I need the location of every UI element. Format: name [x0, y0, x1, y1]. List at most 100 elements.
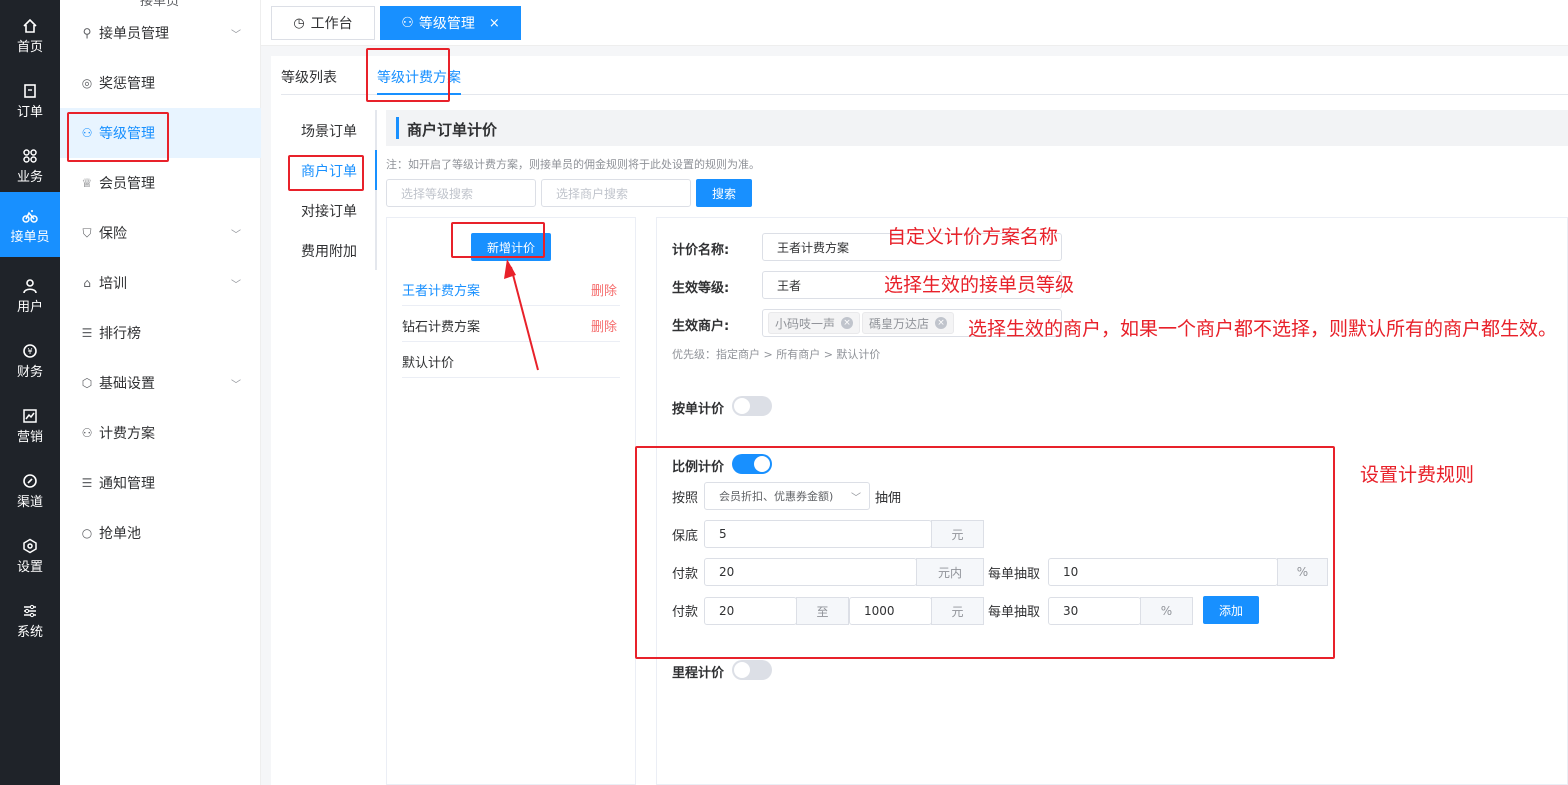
rail-item-order[interactable]: 订单	[0, 71, 60, 131]
svg-text:¥: ¥	[27, 347, 32, 356]
level-label: 生效等级:	[672, 281, 730, 296]
sub-item-label: 通知管理	[99, 476, 155, 492]
delete-link[interactable]: 删除	[591, 316, 617, 335]
sub-item-basic-settings[interactable]: ⬡ 基础设置 ﹀	[60, 358, 261, 408]
bike-icon	[22, 210, 38, 223]
close-icon[interactable]: ×	[841, 317, 854, 329]
sub-item-label: 保险	[99, 226, 127, 242]
close-icon[interactable]: ×	[935, 317, 948, 329]
chevron-down-icon: ﹀	[231, 379, 241, 391]
rail-label: 首页	[16, 40, 43, 55]
rail-item-system[interactable]: 系统	[0, 591, 60, 651]
highlight-box	[67, 112, 169, 162]
school-icon: ⌂	[83, 276, 91, 290]
rail-item-settings[interactable]: 设置	[0, 526, 60, 586]
sub-item-notification[interactable]: ☰ 通知管理	[60, 458, 261, 508]
divider	[402, 377, 620, 378]
sub-item-insurance[interactable]: ⛉ 保险 ﹀	[60, 208, 261, 258]
tab-level-manage[interactable]: ⚇ 等级管理 ×	[380, 6, 521, 40]
tab-label: 工作台	[310, 16, 353, 32]
chevron-down-icon: ﹀	[231, 29, 241, 41]
merchant-label: 生效商户:	[672, 319, 730, 334]
switch-knob	[734, 662, 750, 678]
merchant-tag: 碼皇万达店 ×	[862, 312, 955, 334]
tab-dashboard[interactable]: ◷ 工作台	[271, 6, 375, 40]
rail-label: 渠道	[16, 495, 43, 510]
rail-item-business[interactable]: 业务	[0, 136, 60, 196]
delete-link[interactable]: 删除	[591, 280, 617, 299]
rail-item-channel[interactable]: 渠道	[0, 461, 60, 521]
sub-item-reward[interactable]: ◎ 奖惩管理	[60, 58, 261, 108]
switch-knob	[734, 398, 750, 414]
section-note: 注：如开启了等级计费方案，则接单员的佣金规则将于此处设置的规则为准。	[386, 158, 760, 171]
rail-label: 财务	[16, 365, 43, 380]
search-button[interactable]: 搜索	[696, 179, 752, 207]
sub-item-member[interactable]: ♕ 会员管理	[60, 158, 261, 208]
highlight-box	[451, 222, 545, 258]
highlight-box	[288, 155, 364, 191]
hexagon-icon: ⬡	[81, 376, 93, 390]
list-icon: ☰	[81, 476, 93, 490]
medal-icon: ◎	[81, 76, 93, 90]
main-nav-rail: 首页 订单 业务 接单员 用户 ¥ 财务 营销 渠道 设置 系统	[0, 0, 60, 785]
shield-icon: ⛉	[82, 225, 92, 240]
close-icon[interactable]: ×	[489, 16, 500, 31]
tab-divider	[281, 94, 1568, 95]
rail-item-finance[interactable]: ¥ 财务	[0, 331, 60, 391]
sub-item-label: 会员管理	[99, 176, 155, 192]
per-order-switch[interactable]	[732, 396, 772, 416]
side-tab-docking-order[interactable]: 对接订单	[301, 201, 357, 221]
plan-item-name[interactable]: 钻石计费方案	[402, 316, 480, 335]
user-level-icon: ⚇	[401, 15, 414, 31]
sliders-icon	[24, 604, 36, 618]
annotation-name-tip: 自定义计价方案名称	[887, 226, 1059, 248]
bike-icon: ⚲	[82, 26, 92, 40]
user-level-icon: ⚇	[81, 426, 93, 440]
chevron-down-icon: ﹀	[231, 279, 241, 291]
sub-item-rider-manage[interactable]: ⚲ 接单员管理 ﹀	[60, 8, 261, 58]
rail-label: 订单	[16, 105, 43, 120]
rail-item-marketing[interactable]: 营销	[0, 396, 60, 456]
highlight-box	[635, 446, 1335, 659]
rail-label: 系统	[16, 625, 43, 640]
section-title: 商户订单计价	[407, 121, 498, 139]
side-tab-active-bar	[375, 150, 377, 190]
rail-label: 业务	[16, 170, 43, 185]
sub-item-ranking[interactable]: ☰ 排行榜	[60, 308, 261, 358]
level-search-input[interactable]: 选择等级搜索	[386, 179, 536, 207]
sub-item-billing-plan[interactable]: ⚇ 计费方案	[60, 408, 261, 458]
sub-item-training[interactable]: ⌂ 培训 ﹀	[60, 258, 261, 308]
rail-label: 接单员	[10, 230, 50, 245]
grid-icon	[23, 149, 37, 163]
link-icon	[23, 474, 37, 488]
coin-icon: ¥	[23, 344, 37, 358]
sub-item-label: 计费方案	[99, 426, 155, 442]
merchant-search-input[interactable]: 选择商户搜索	[541, 179, 691, 207]
dashboard-icon: ◷	[293, 15, 305, 31]
vip-icon: ♕	[81, 176, 93, 190]
plan-item-name[interactable]: 王者计费方案	[402, 280, 480, 299]
circle-icon: ○	[81, 526, 93, 540]
name-label: 计价名称:	[672, 243, 730, 258]
mileage-label: 里程计价	[672, 666, 725, 681]
side-tab-scene-order[interactable]: 场景订单	[301, 121, 357, 141]
mileage-switch[interactable]	[732, 660, 772, 680]
sub-item-label: 基础设置	[99, 376, 155, 392]
tag-label: 小码吱一声	[775, 316, 836, 331]
plan-item-name[interactable]: 默认计价	[402, 352, 454, 371]
per-order-label: 按单计价	[672, 402, 725, 417]
rail-label: 用户	[16, 300, 43, 315]
tab-label: 等级管理	[418, 16, 475, 32]
tag-label: 碼皇万达店	[869, 316, 930, 331]
rail-item-user[interactable]: 用户	[0, 266, 60, 326]
sub-item-label: 排行榜	[99, 326, 141, 342]
side-tab-fee-addon[interactable]: 费用附加	[301, 241, 357, 261]
section-header	[386, 110, 1568, 146]
rail-item-rider[interactable]: 接单员	[0, 192, 60, 257]
rail-item-home[interactable]: 首页	[0, 6, 60, 66]
tab-level-list[interactable]: 等级列表	[281, 67, 337, 87]
home-icon	[23, 18, 37, 33]
merchant-tag: 小码吱一声 ×	[768, 312, 861, 334]
user-icon	[23, 279, 37, 294]
sub-item-grab-pool[interactable]: ○ 抢单池	[60, 508, 261, 558]
